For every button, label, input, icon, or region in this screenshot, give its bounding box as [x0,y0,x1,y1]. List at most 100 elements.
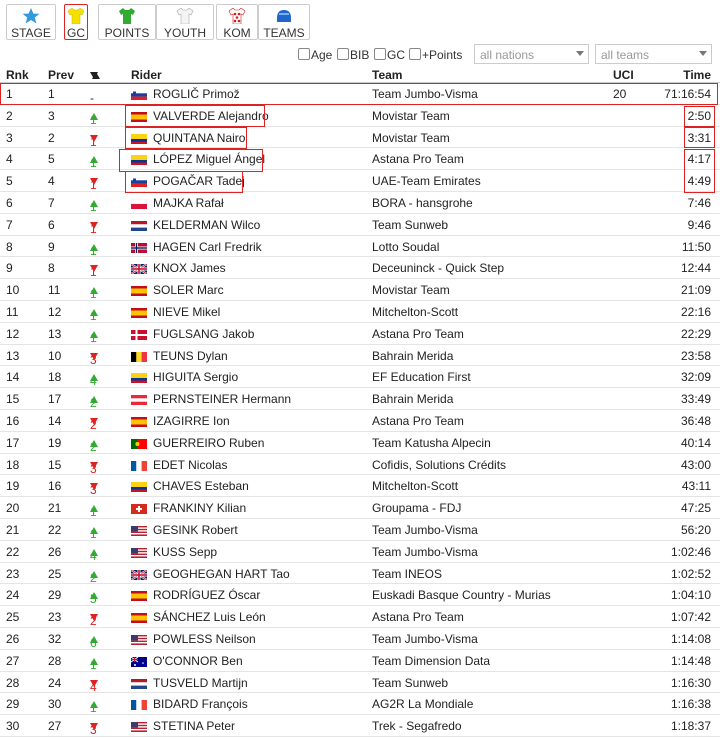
rank-cell: 3 [6,130,13,145]
team-link[interactable]: Astana Pro Team [372,610,464,624]
rider-link[interactable]: PERNSTEINER Hermann [153,392,291,406]
rider-link[interactable]: BIDARD François [153,697,248,711]
points-checkbox[interactable]: +Points [409,48,462,62]
tab-teams[interactable]: TEAMS [258,4,310,40]
team-link[interactable]: Bahrain Merida [372,349,453,363]
team-link[interactable]: Team Jumbo-Visma [372,545,478,559]
rider-link[interactable]: NIEVE Mikel [153,305,220,319]
time-cell: 32:09 [680,370,711,385]
gc-checkbox[interactable]: GC [374,48,405,62]
time-cell: 21:09 [680,283,711,298]
table-row: 17 19 2 GUERREIRO Ruben Team Katusha Alpecin… [0,432,720,454]
team-link[interactable]: BORA - hansgrohe [372,196,473,210]
team-link[interactable]: Mitchelton-Scott [372,479,458,493]
time-cell: 4:17 [687,152,711,167]
team-link[interactable]: Astana Pro Team [372,152,464,166]
team-link[interactable]: Euskadi Basque Country - Murias [372,588,551,602]
team-link[interactable]: Lotto Soudal [372,240,439,254]
checkbox-box[interactable] [337,48,349,60]
rider-link[interactable]: KUSS Sepp [153,545,217,559]
rider-link[interactable]: KELDERMAN Wilco [153,218,260,232]
rider-link[interactable]: CHAVES Esteban [153,479,249,493]
rider-link[interactable]: RODRÍGUEZ Óscar [153,588,260,602]
header-uci[interactable]: UCI [613,68,634,82]
bib-checkbox[interactable]: BIB [337,48,369,62]
team-link[interactable]: Movistar Team [372,131,450,145]
team-link[interactable]: Team Sunweb [372,218,448,232]
rider-link[interactable]: SOLER Marc [153,283,224,297]
rank-cell: 26 [6,631,20,646]
team-link[interactable]: Mitchelton-Scott [372,305,458,319]
flag-icon [131,700,147,711]
time-cell: 43:11 [681,479,711,494]
rider-link[interactable]: FUGLSANG Jakob [153,327,254,341]
team-link[interactable]: Astana Pro Team [372,327,464,341]
flag-icon [131,285,147,297]
flag-icon [131,111,147,122]
tab-youth[interactable]: YOUTH [156,4,214,40]
time-cell: 1:18:37 [670,719,711,734]
flag-icon [131,504,147,515]
team-link[interactable]: Trek - Segafredo [372,719,462,733]
team-link[interactable]: Movistar Team [372,109,450,123]
team-link[interactable]: Team Jumbo-Visma [372,632,478,646]
team-link[interactable]: Team INEOS [372,567,442,581]
team-link[interactable]: Team Jumbo-Visma [372,87,478,101]
rider-link[interactable]: HAGEN Carl Fredrik [153,240,262,254]
rider-link[interactable]: STETINA Peter [153,719,235,733]
team-link[interactable]: Cofidis, Solutions Crédits [372,458,506,472]
team-link[interactable]: Team Sunweb [372,676,448,690]
team-link[interactable]: UAE-Team Emirates [372,174,481,188]
header-rnk[interactable]: Rnk [6,68,29,82]
age-checkbox[interactable]: Age [298,48,332,62]
rider-link[interactable]: ROGLIČ Primož [153,87,240,101]
rider-link[interactable]: GEOGHEGAN HART Tao [153,567,290,581]
tab-points[interactable]: POINTS [98,4,156,40]
header-team[interactable]: Team [372,68,402,82]
rider-link[interactable]: FRANKINY Kilian [153,501,246,515]
team-link[interactable]: Deceuninck - Quick Step [372,261,504,275]
tab-kom[interactable]: KOM [216,4,258,40]
rank-change-value: 3 [90,723,97,738]
rider-link[interactable]: LÓPEZ Miguel Ángel [153,152,265,166]
checkbox-box[interactable] [409,48,421,60]
rider-link[interactable]: SÁNCHEZ Luis León [153,610,266,624]
team-link[interactable]: Team Katusha Alpecin [372,436,491,450]
header-time[interactable]: Time [683,68,711,82]
checkbox-box[interactable] [374,48,386,60]
rider-link[interactable]: KNOX James [153,261,226,275]
rider-link[interactable]: EDET Nicolas [153,458,227,472]
rider-link[interactable]: GUERREIRO Ruben [153,436,264,450]
rider-link[interactable]: IZAGIRRE Ion [153,414,230,428]
team-select[interactable]: all teams [595,44,712,64]
rider-link[interactable]: TUSVELD Martijn [153,676,248,690]
team-link[interactable]: AG2R La Mondiale [372,697,473,711]
rider-link[interactable]: TEUNS Dylan [153,349,228,363]
rider-link[interactable]: POWLESS Neilson [153,632,256,646]
team-link[interactable]: EF Education First [372,370,471,384]
team-link[interactable]: Astana Pro Team [372,414,464,428]
rider-link[interactable]: O'CONNOR Ben [153,654,243,668]
team-link[interactable]: Bahrain Merida [372,392,453,406]
team-link[interactable]: Movistar Team [372,283,450,297]
prev-rank-cell: 21 [48,501,62,516]
checkbox-label: Age [311,48,333,62]
team-link[interactable]: Team Jumbo-Visma [372,523,478,537]
rider-link[interactable]: VALVERDE Alejandro [153,109,269,123]
team-link[interactable]: Team Dimension Data [372,654,490,668]
rider-link[interactable]: MAJKA Rafał [153,196,224,210]
nation-select[interactable]: all nations [474,44,589,64]
results-table: 1 1- ROGLIČ Primož Team Jumbo-Visma 20 71:16:… [0,83,720,737]
checkbox-box[interactable] [298,48,310,60]
rider-link[interactable]: HIGUITA Sergio [153,370,238,384]
table-row: 30 27 3 STETINA Peter Trek - Segafredo 1:18:3… [0,715,720,737]
rider-link[interactable]: POGAČAR Tadej [153,174,245,188]
rider-link[interactable]: QUINTANA Nairo [153,131,245,145]
header-rider[interactable]: Rider [131,68,162,82]
team-link[interactable]: Groupama - FDJ [372,501,461,515]
rider-link[interactable]: GESINK Robert [153,523,238,537]
rank-cell: 23 [6,566,20,581]
header-prev[interactable]: Prev [48,68,74,82]
tab-gc[interactable]: GC [64,4,88,40]
tab-stage[interactable]: STAGE [6,4,56,40]
